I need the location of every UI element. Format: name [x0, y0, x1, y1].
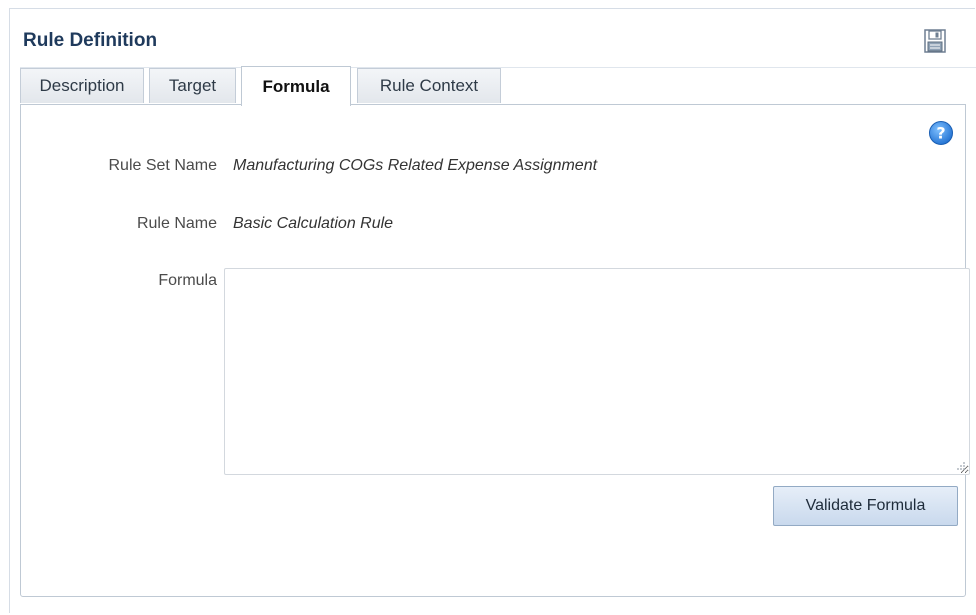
tab-rule-context[interactable]: Rule Context: [357, 68, 501, 103]
panel-title: Rule Definition: [23, 30, 158, 51]
svg-text:?: ?: [936, 124, 945, 143]
rule-set-name-label: Rule Set Name: [108, 157, 218, 174]
formula-label: Formula: [158, 272, 217, 289]
tab-target[interactable]: Target: [149, 68, 236, 103]
rule-name-label: Rule Name: [136, 215, 217, 232]
rule-name-value: Basic Calculation Rule: [233, 215, 394, 232]
resize-grip-icon[interactable]: [956, 461, 966, 471]
help-icon[interactable]: ?: [928, 120, 954, 146]
tab-description[interactable]: Description: [20, 68, 144, 103]
validate-formula-button[interactable]: Validate Formula: [773, 486, 958, 526]
tab-formula[interactable]: Formula: [241, 66, 351, 106]
save-icon[interactable]: [922, 28, 948, 54]
rule-set-name-value: Manufacturing COGs Related Expense Assig…: [233, 157, 598, 174]
formula-input[interactable]: [224, 268, 970, 475]
